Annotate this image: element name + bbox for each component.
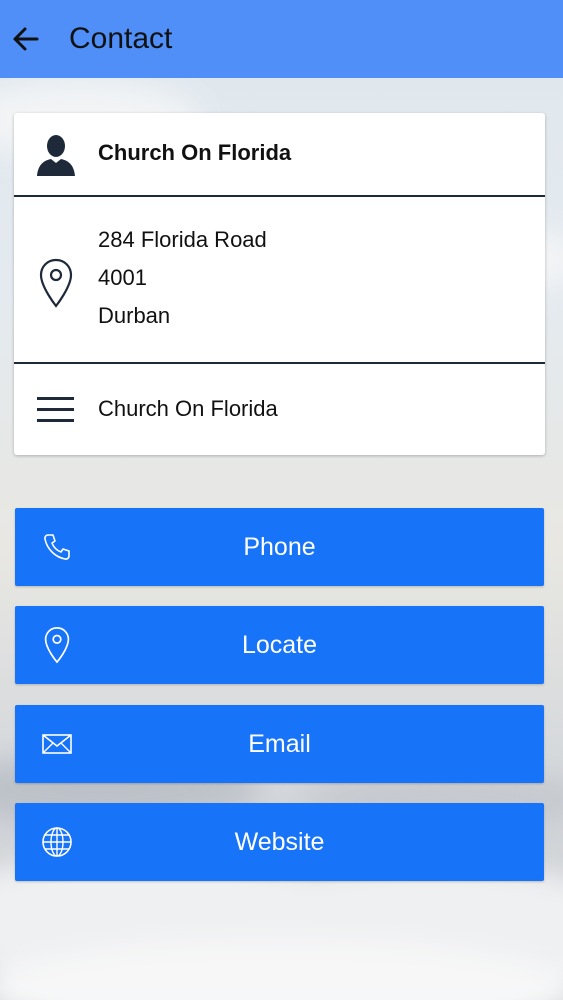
address-city: Durban <box>98 303 171 328</box>
locate-button-label: Locate <box>241 630 318 659</box>
page-title: Contact <box>69 22 173 55</box>
contact-address: 284 Florida Road 4001 Durban <box>98 221 267 335</box>
location-pin-icon <box>39 258 73 308</box>
app-bar: Contact <box>0 0 563 78</box>
email-button[interactable]: Email <box>15 705 544 783</box>
email-button-label: Email <box>248 729 311 758</box>
website-button-label: Website <box>234 827 325 856</box>
menu-lines-icon <box>37 397 74 422</box>
contact-name: Church On Florida <box>98 140 292 165</box>
contact-address-row: 284 Florida Road 4001 Durban <box>14 199 545 364</box>
person-icon <box>37 135 75 176</box>
envelope-icon <box>42 734 72 754</box>
location-pin-icon <box>44 627 70 664</box>
back-button[interactable] <box>4 17 48 61</box>
contact-card: Church On Florida 284 Florida Road 4001 … <box>14 113 545 455</box>
contact-description-row: Church On Florida <box>14 366 545 455</box>
website-button[interactable]: Website <box>15 803 544 881</box>
contact-description: Church On Florida <box>98 396 278 421</box>
address-postcode: 4001 <box>98 265 147 290</box>
arrow-left-icon <box>13 27 39 51</box>
globe-icon <box>42 827 72 857</box>
phone-icon <box>44 534 70 560</box>
contact-name-row: Church On Florida <box>14 113 545 197</box>
phone-button[interactable]: Phone <box>15 508 544 586</box>
locate-button[interactable]: Locate <box>15 606 544 684</box>
address-street: 284 Florida Road <box>98 227 267 252</box>
phone-button-label: Phone <box>243 532 316 561</box>
